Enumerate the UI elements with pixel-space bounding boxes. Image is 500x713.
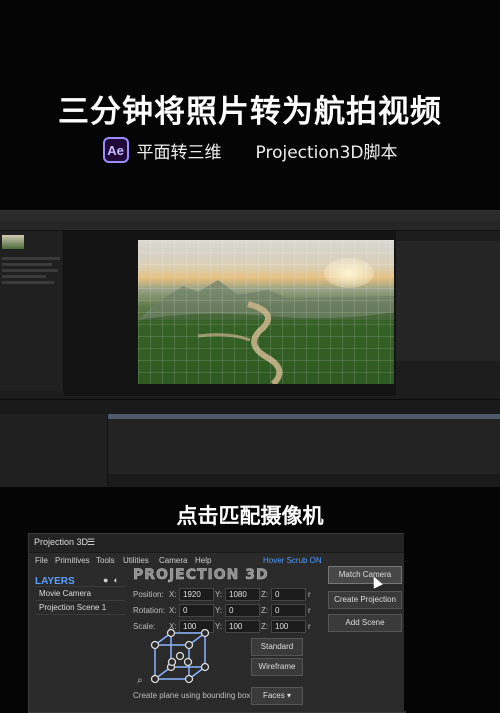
subtitle-row: Ae 平面转三维 Projection3D脚本 bbox=[0, 137, 500, 163]
ae-timeline bbox=[0, 399, 500, 487]
layer-item-projection-scene[interactable]: Projection Scene 1 bbox=[35, 601, 125, 614]
rotation-y-label: Y: bbox=[215, 606, 223, 615]
timeline-tracks bbox=[108, 414, 500, 474]
match-camera-button[interactable]: Match Camera bbox=[328, 566, 402, 584]
layers-visibility-icons[interactable]: ● ◐ bbox=[103, 575, 119, 585]
hamburger-menu-icon[interactable]: ☰ bbox=[87, 537, 95, 548]
scale-y-field[interactable]: 100 bbox=[225, 620, 260, 633]
ae-script-panel bbox=[396, 241, 500, 361]
timeline-layer-list bbox=[0, 414, 108, 487]
position-z-field[interactable]: 0 bbox=[271, 588, 306, 601]
project-row bbox=[2, 275, 46, 278]
project-thumbnail bbox=[2, 235, 24, 249]
chevron-down-icon: ▾ bbox=[287, 691, 292, 700]
step-caption: 点击匹配摄像机 bbox=[176, 504, 324, 528]
scale-y-label: Y: bbox=[215, 622, 223, 631]
project-row bbox=[2, 263, 52, 266]
panel-title: Projection 3D bbox=[34, 537, 89, 547]
menu-primitives[interactable]: Primitives bbox=[55, 556, 90, 565]
rotation-z-label: Z: bbox=[261, 606, 269, 615]
rotation-label: Rotation: bbox=[133, 606, 166, 615]
right-dark-margin bbox=[404, 533, 500, 711]
magnifier-icon[interactable]: ⌕ bbox=[137, 675, 143, 686]
rotation-y-field[interactable]: 0 bbox=[225, 604, 260, 617]
aerial-photo-preview bbox=[138, 240, 394, 384]
position-z-label: Z: bbox=[261, 590, 269, 599]
scale-z-label: Z: bbox=[261, 622, 269, 631]
scale-z-field[interactable]: 100 bbox=[271, 620, 306, 633]
bounding-box-hint: Create plane using bounding box bbox=[133, 691, 251, 700]
rotation-x-label: X: bbox=[169, 606, 177, 615]
layer-item-movie-camera[interactable]: Movie Camera bbox=[35, 587, 125, 600]
add-scene-button[interactable]: Add Scene bbox=[328, 614, 402, 632]
rotation-reset-button[interactable]: r bbox=[308, 606, 311, 615]
project-row bbox=[2, 257, 60, 260]
position-label: Position: bbox=[133, 590, 164, 599]
menu-tools[interactable]: Tools bbox=[96, 556, 115, 565]
viewer-grid-overlay bbox=[138, 240, 394, 384]
subtitle-right: Projection3D脚本 bbox=[255, 142, 398, 163]
timeline-layer-bar bbox=[108, 414, 500, 419]
rotation-x-field[interactable]: 0 bbox=[179, 604, 214, 617]
faces-dropdown[interactable]: Faces ▾ bbox=[251, 687, 303, 705]
position-y-label: Y: bbox=[215, 590, 223, 599]
rotation-z-field[interactable]: 0 bbox=[271, 604, 306, 617]
video-title: 三分钟将照片转为航拍视频 bbox=[58, 94, 442, 130]
position-x-label: X: bbox=[169, 590, 177, 599]
position-x-field[interactable]: 1920 bbox=[179, 588, 214, 601]
project-row bbox=[2, 269, 58, 272]
panel-titlebar: Projection 3D ☰ bbox=[29, 534, 405, 553]
create-projection-button[interactable]: Create Projection bbox=[328, 591, 402, 609]
faces-dropdown-label: Faces bbox=[262, 691, 285, 700]
position-y-field[interactable]: 1080 bbox=[225, 588, 260, 601]
bounding-box-cube-icon[interactable] bbox=[149, 629, 213, 689]
wireframe-view-button[interactable]: Wireframe bbox=[251, 658, 303, 676]
menu-camera[interactable]: Camera bbox=[159, 556, 187, 565]
ae-toolbar bbox=[0, 221, 500, 231]
menu-utilities[interactable]: Utilities bbox=[123, 556, 149, 565]
menu-file[interactable]: File bbox=[35, 556, 48, 565]
ae-project-panel bbox=[0, 231, 64, 391]
ae-menubar bbox=[0, 211, 500, 221]
subtitle-left: 平面转三维 bbox=[136, 142, 222, 163]
standard-view-button[interactable]: Standard bbox=[251, 638, 303, 656]
project-row bbox=[2, 281, 54, 284]
projection-3d-panel: Projection 3D ☰ File Primitives Tools Ut… bbox=[28, 533, 406, 713]
projection-3d-logo: PROJECTION 3D bbox=[133, 567, 269, 584]
after-effects-logo-icon: Ae bbox=[102, 137, 129, 163]
position-reset-button[interactable]: r bbox=[308, 590, 311, 599]
scale-reset-button[interactable]: r bbox=[308, 622, 311, 631]
hover-scrub-toggle[interactable]: Hover Scrub ON bbox=[263, 556, 322, 565]
menu-help[interactable]: Help bbox=[195, 556, 211, 565]
